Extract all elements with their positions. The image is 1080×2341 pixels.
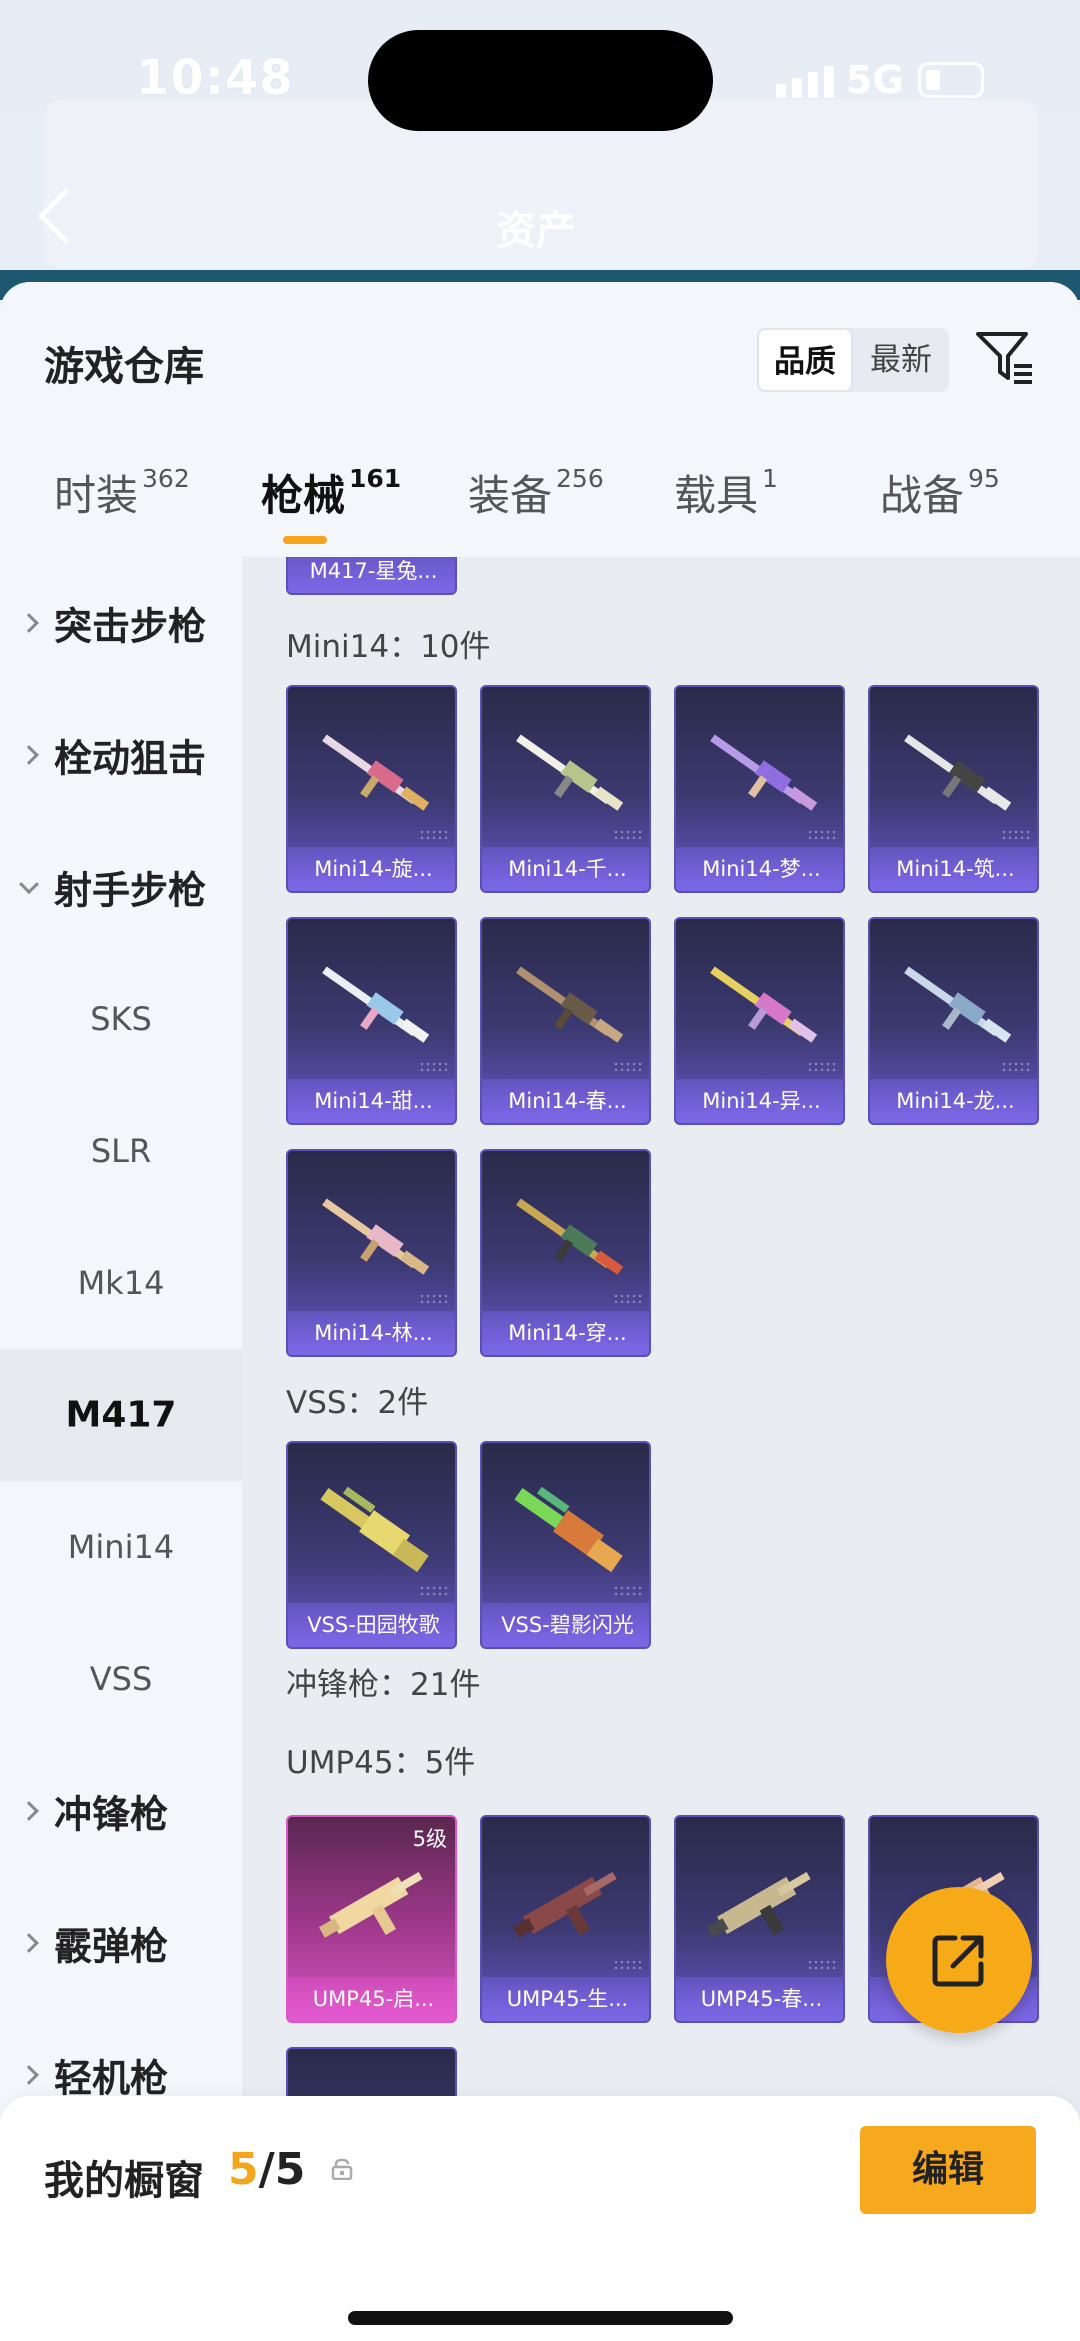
item-card[interactable]: VSS-田园牧歌 <box>286 1441 457 1649</box>
dynamic-island <box>368 30 713 131</box>
item-card[interactable]: Mini14-筑... <box>868 685 1039 893</box>
decor-dots <box>807 1959 837 1971</box>
sort-newest-button[interactable]: 最新 <box>853 328 949 392</box>
item-card[interactable]: Mini14-林... <box>286 1149 457 1357</box>
sidebar-item-m417[interactable]: M417 <box>0 1349 242 1481</box>
decor-dots <box>807 1061 837 1073</box>
decor-dots <box>419 1585 449 1597</box>
filter-icon[interactable] <box>974 328 1036 390</box>
group-title-vss: VSS：2件 <box>286 1385 429 1421</box>
item-card[interactable]: Mini14-龙... <box>868 917 1039 1125</box>
sort-toggle: 品质 最新 <box>757 328 949 392</box>
tab-vehicles[interactable]: 载具 1 <box>674 462 778 523</box>
smg-icon <box>512 1872 617 1938</box>
decor-dots <box>613 829 643 841</box>
chevron-right-icon <box>19 1933 39 1953</box>
item-card[interactable]: UMP45-春... <box>674 1815 845 2023</box>
chevron-right-icon <box>19 613 39 633</box>
home-indicator[interactable] <box>348 2311 733 2325</box>
item-card[interactable]: Mini14-春... <box>480 917 651 1125</box>
active-tab-indicator <box>283 536 327 544</box>
decor-dots <box>419 1293 449 1305</box>
decor-dots <box>807 829 837 841</box>
decor-dots <box>419 829 449 841</box>
decor-dots <box>1001 829 1031 841</box>
smg-icon <box>706 1872 811 1938</box>
chevron-right-icon <box>19 2065 39 2085</box>
rifle-icon <box>322 734 430 811</box>
rifle-icon <box>320 1486 429 1573</box>
sidebar-item-slr[interactable]: SLR <box>0 1085 242 1217</box>
item-grid-panel: M417-星兔... Mini14：10件 Mini14-旋... Mini14… <box>242 557 1080 2341</box>
item-card[interactable]: UMP45-生... <box>480 1815 651 2023</box>
rifle-icon <box>322 1198 430 1275</box>
share-export-icon <box>932 1935 984 1987</box>
lock-icon[interactable] <box>330 2158 354 2180</box>
item-card[interactable]: Mini14-千... <box>480 685 651 893</box>
showcase-bar: 我的橱窗 5/5 编辑 <box>0 2096 1080 2341</box>
decor-dots <box>1001 1061 1031 1073</box>
decor-dots <box>419 1061 449 1073</box>
rifle-icon <box>904 734 1012 811</box>
status-time: 10:48 <box>136 50 294 106</box>
showcase-label: 我的橱窗 <box>44 2158 204 2204</box>
item-card[interactable]: Mini14-甜... <box>286 917 457 1125</box>
sidebar-item-smg[interactable]: 冲锋枪 <box>0 1745 242 1877</box>
sidebar-item-assault-rifle[interactable]: 突击步枪 <box>0 557 242 689</box>
item-card[interactable]: Mini14-异... <box>674 917 845 1125</box>
group-title-ump45: UMP45：5件 <box>286 1745 476 1781</box>
item-card[interactable]: VSS-碧影闪光 <box>480 1441 651 1649</box>
item-card[interactable]: Mini14-旋... <box>286 685 457 893</box>
group-title-smg: 冲锋枪：21件 <box>286 1667 481 1703</box>
edit-button[interactable]: 编辑 <box>860 2126 1036 2214</box>
background-title: 资产 <box>496 208 576 254</box>
item-card[interactable]: Mini14-梦... <box>674 685 845 893</box>
network-label: 5G <box>846 58 904 102</box>
rifle-icon <box>710 966 818 1043</box>
sidebar-item-bolt-sniper[interactable]: 栓动狙击 <box>0 689 242 821</box>
item-card[interactable]: M417-星兔... <box>286 557 457 595</box>
warehouse-sheet: 游戏仓库 品质 最新 时装 362 枪械 161 装备 256 载具 1 战备 95 突击… <box>0 282 1080 2341</box>
smg-icon <box>318 1872 423 1938</box>
rifle-icon <box>904 966 1012 1043</box>
rifle-icon <box>516 1198 624 1275</box>
sort-quality-button[interactable]: 品质 <box>757 328 853 392</box>
chevron-down-icon <box>19 874 39 895</box>
decor-dots <box>613 1293 643 1305</box>
rifle-icon <box>514 1486 623 1573</box>
page-title: 游戏仓库 <box>44 344 204 390</box>
showcase-count: 5/5 <box>228 2144 306 2195</box>
decor-dots <box>613 1061 643 1073</box>
category-tabs: 时装 362 枪械 161 装备 256 载具 1 战备 95 <box>0 462 1080 557</box>
sidebar-item-shotgun[interactable]: 霰弹枪 <box>0 1877 242 2009</box>
item-card[interactable]: Mini14-穿... <box>480 1149 651 1357</box>
share-button[interactable] <box>886 1887 1032 2033</box>
signal-icon <box>776 66 840 98</box>
chevron-right-icon <box>19 1801 39 1821</box>
sidebar-item-dmr[interactable]: 射手步枪 <box>0 821 242 953</box>
tab-war-prep[interactable]: 战备 95 <box>880 462 1000 523</box>
rifle-icon <box>516 734 624 811</box>
rifle-icon <box>710 734 818 811</box>
tab-equipment[interactable]: 装备 256 <box>468 462 604 523</box>
decor-dots <box>613 1585 643 1597</box>
category-sidebar: 突击步枪 栓动狙击 射手步枪 SKS SLR Mk14 M417 Mini14 … <box>0 557 242 2341</box>
sidebar-item-sks[interactable]: SKS <box>0 953 242 1085</box>
decor-dots <box>613 1959 643 1971</box>
sidebar-item-mk14[interactable]: Mk14 <box>0 1217 242 1349</box>
battery-icon <box>918 62 984 98</box>
sidebar-item-vss[interactable]: VSS <box>0 1613 242 1745</box>
rifle-icon <box>322 966 430 1043</box>
sidebar-item-mini14[interactable]: Mini14 <box>0 1481 242 1613</box>
group-title-mini14: Mini14：10件 <box>286 629 491 665</box>
sheet-header: 游戏仓库 品质 最新 时装 362 枪械 161 装备 256 载具 1 战备 95 <box>0 282 1080 557</box>
item-card[interactable]: 5级 UMP45-启... <box>286 1815 457 2023</box>
tab-guns[interactable]: 枪械 161 <box>261 462 401 523</box>
tab-fashion[interactable]: 时装 362 <box>54 462 190 523</box>
rifle-icon <box>516 966 624 1043</box>
chevron-right-icon <box>19 745 39 765</box>
